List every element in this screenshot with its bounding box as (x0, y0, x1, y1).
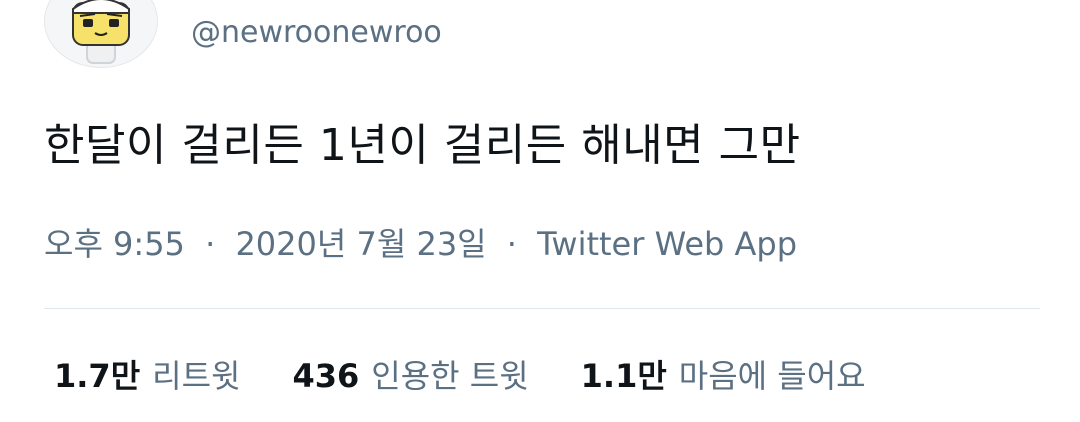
tweet-source-link[interactable]: Twitter Web App (537, 225, 797, 263)
tweet-timestamp-time[interactable]: 오후 9:55 (44, 225, 185, 263)
tweet-timestamp-date[interactable]: 2020년 7월 23일 (235, 225, 486, 263)
likes-count: 1.1만 (580, 357, 667, 395)
meta-separator: · (205, 225, 216, 263)
likes-stat[interactable]: 1.1만 마음에 들어요 (581, 354, 866, 398)
quote-tweets-label: 인용한 트윗 (371, 357, 529, 395)
tweet-text: 한달이 걸리든 1년이 걸리든 해내면 그만 (44, 120, 801, 171)
meta-separator: · (506, 225, 517, 263)
retweets-count: 1.7만 (54, 357, 141, 395)
avatar[interactable] (44, 0, 158, 68)
tweet-stats: 1.7만 리트윗 436 인용한 트윗 1.1만 마음에 들어요 (54, 354, 918, 398)
quote-tweets-stat[interactable]: 436 인용한 트윗 (292, 354, 528, 398)
retweets-label: 리트윗 (152, 357, 241, 395)
likes-label: 마음에 들어요 (678, 357, 866, 395)
retweets-stat[interactable]: 1.7만 리트윗 (54, 354, 240, 398)
cartoon-character-icon (45, 0, 157, 67)
author-handle[interactable]: @newroonewroo (191, 13, 442, 53)
divider (44, 308, 1040, 309)
tweet-meta: 오후 9:55 · 2020년 7월 23일 · Twitter Web App (44, 222, 797, 266)
quote-tweets-count: 436 (292, 357, 360, 395)
